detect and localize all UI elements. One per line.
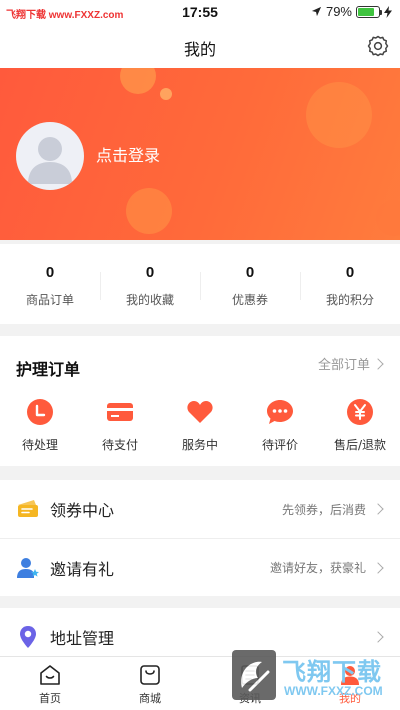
home-icon — [40, 665, 60, 685]
chevron-right-icon — [372, 631, 384, 643]
decor-bubble — [306, 82, 372, 148]
care-item-label: 待处理 — [21, 438, 58, 452]
menu-row-hint: 邀请好友，获豪礼 — [269, 561, 366, 575]
tab-mall[interactable]: 商城 — [100, 657, 200, 710]
care-item-label: 待评价 — [261, 438, 298, 452]
menu-row-hint: 先领券，后消费 — [281, 502, 366, 517]
stat-value: 0 — [45, 264, 55, 281]
watermark-logo: 飞翔下载 WWW.FXXZ.COM — [232, 650, 392, 706]
stat-label: 优惠券 — [231, 293, 268, 307]
stat-value: 0 — [245, 264, 255, 281]
decor-bubble — [126, 188, 172, 234]
care-item-pending[interactable]: 待处理 — [0, 398, 80, 453]
tab-home[interactable]: 首页 — [0, 657, 100, 710]
profile-banner: 点击登录 — [0, 68, 400, 240]
care-item-label: 待支付 — [101, 438, 138, 452]
clock-icon — [27, 399, 53, 425]
watermark-badge — [232, 650, 276, 700]
stat-coupons[interactable]: 0 优惠券 — [200, 244, 300, 324]
gear-icon[interactable] — [366, 34, 390, 58]
menu-row-coupon-center[interactable]: 领券中心 先领券，后消费 — [0, 480, 400, 538]
shopping-bag-icon — [140, 665, 160, 685]
care-item-in-service[interactable]: 服务中 — [160, 398, 240, 453]
chevron-right-icon — [372, 561, 384, 574]
page-title: 我的 — [183, 40, 216, 59]
menu-row-invite[interactable]: 邀请有礼 邀请好友，获豪礼 — [0, 538, 400, 596]
battery-percent: 79% — [325, 4, 352, 19]
all-orders-label: 全部订单 — [317, 358, 370, 373]
care-item-label: 服务中 — [181, 438, 218, 452]
card-icon — [107, 403, 133, 421]
care-item-label: 售后/退款 — [333, 438, 387, 452]
menu-row-label: 地址管理 — [50, 629, 115, 648]
watermark-logo-text: 飞翔下载 — [282, 658, 382, 686]
nav-bar: 我的 — [0, 24, 400, 68]
menu-group-promotions: 领券中心 先领券，后消费 邀请有礼 邀请好友，获豪礼 — [0, 480, 400, 596]
stat-label: 商品订单 — [25, 293, 74, 307]
stat-points[interactable]: 0 我的积分 — [300, 244, 400, 324]
stat-favorites[interactable]: 0 我的收藏 — [100, 244, 200, 324]
stat-value: 0 — [345, 264, 355, 281]
battery-fill — [358, 7, 374, 16]
decor-bubble — [160, 88, 172, 100]
location-arrow-icon — [311, 6, 322, 17]
care-item-to-review[interactable]: 待评价 — [240, 398, 320, 453]
status-right: 79% — [311, 4, 392, 19]
menu-row-label: 邀请有礼 — [50, 559, 115, 579]
chevron-right-icon — [372, 503, 384, 515]
chat-bubble-icon — [267, 400, 293, 424]
coupon-icon — [18, 500, 38, 517]
tab-label: 商城 — [139, 692, 161, 705]
stat-label: 我的积分 — [325, 293, 374, 307]
stats-bar: 0 商品订单 0 我的收藏 0 优惠券 0 我的积分 — [0, 244, 400, 324]
stat-product-orders[interactable]: 0 商品订单 — [0, 244, 100, 324]
care-orders-section: 护理订单 全部订单 待处理 待支付 服务中 待评价 售后/退款 — [0, 336, 400, 466]
all-orders-link[interactable]: 全部订单 — [317, 354, 384, 373]
care-item-unpaid[interactable]: 待支付 — [80, 398, 160, 453]
battery-icon — [356, 5, 382, 18]
login-link[interactable]: 点击登录 — [96, 142, 160, 166]
care-order-status-list: 待处理 待支付 服务中 待评价 售后/退款 — [0, 398, 400, 453]
tab-label: 首页 — [39, 692, 61, 705]
decor-bubble — [376, 200, 400, 236]
decor-bubble — [120, 68, 156, 94]
chevron-right-icon — [372, 357, 384, 370]
watermark-logo-url: WWW.FXXZ.COM — [284, 684, 383, 698]
heart-icon — [187, 401, 213, 423]
yen-icon — [347, 399, 373, 425]
status-bar: 飞翔下载 www.FXXZ.com 17:55 79% — [0, 0, 400, 24]
default-avatar-icon[interactable] — [16, 122, 84, 190]
stat-label: 我的收藏 — [125, 293, 174, 307]
care-item-refund[interactable]: 售后/退款 — [320, 398, 400, 453]
menu-row-label: 领券中心 — [50, 501, 115, 520]
section-title: 护理订单 — [16, 360, 81, 379]
location-pin-icon — [20, 626, 36, 648]
stat-value: 0 — [145, 264, 155, 281]
charging-icon — [384, 5, 392, 18]
invite-user-icon — [17, 557, 39, 578]
